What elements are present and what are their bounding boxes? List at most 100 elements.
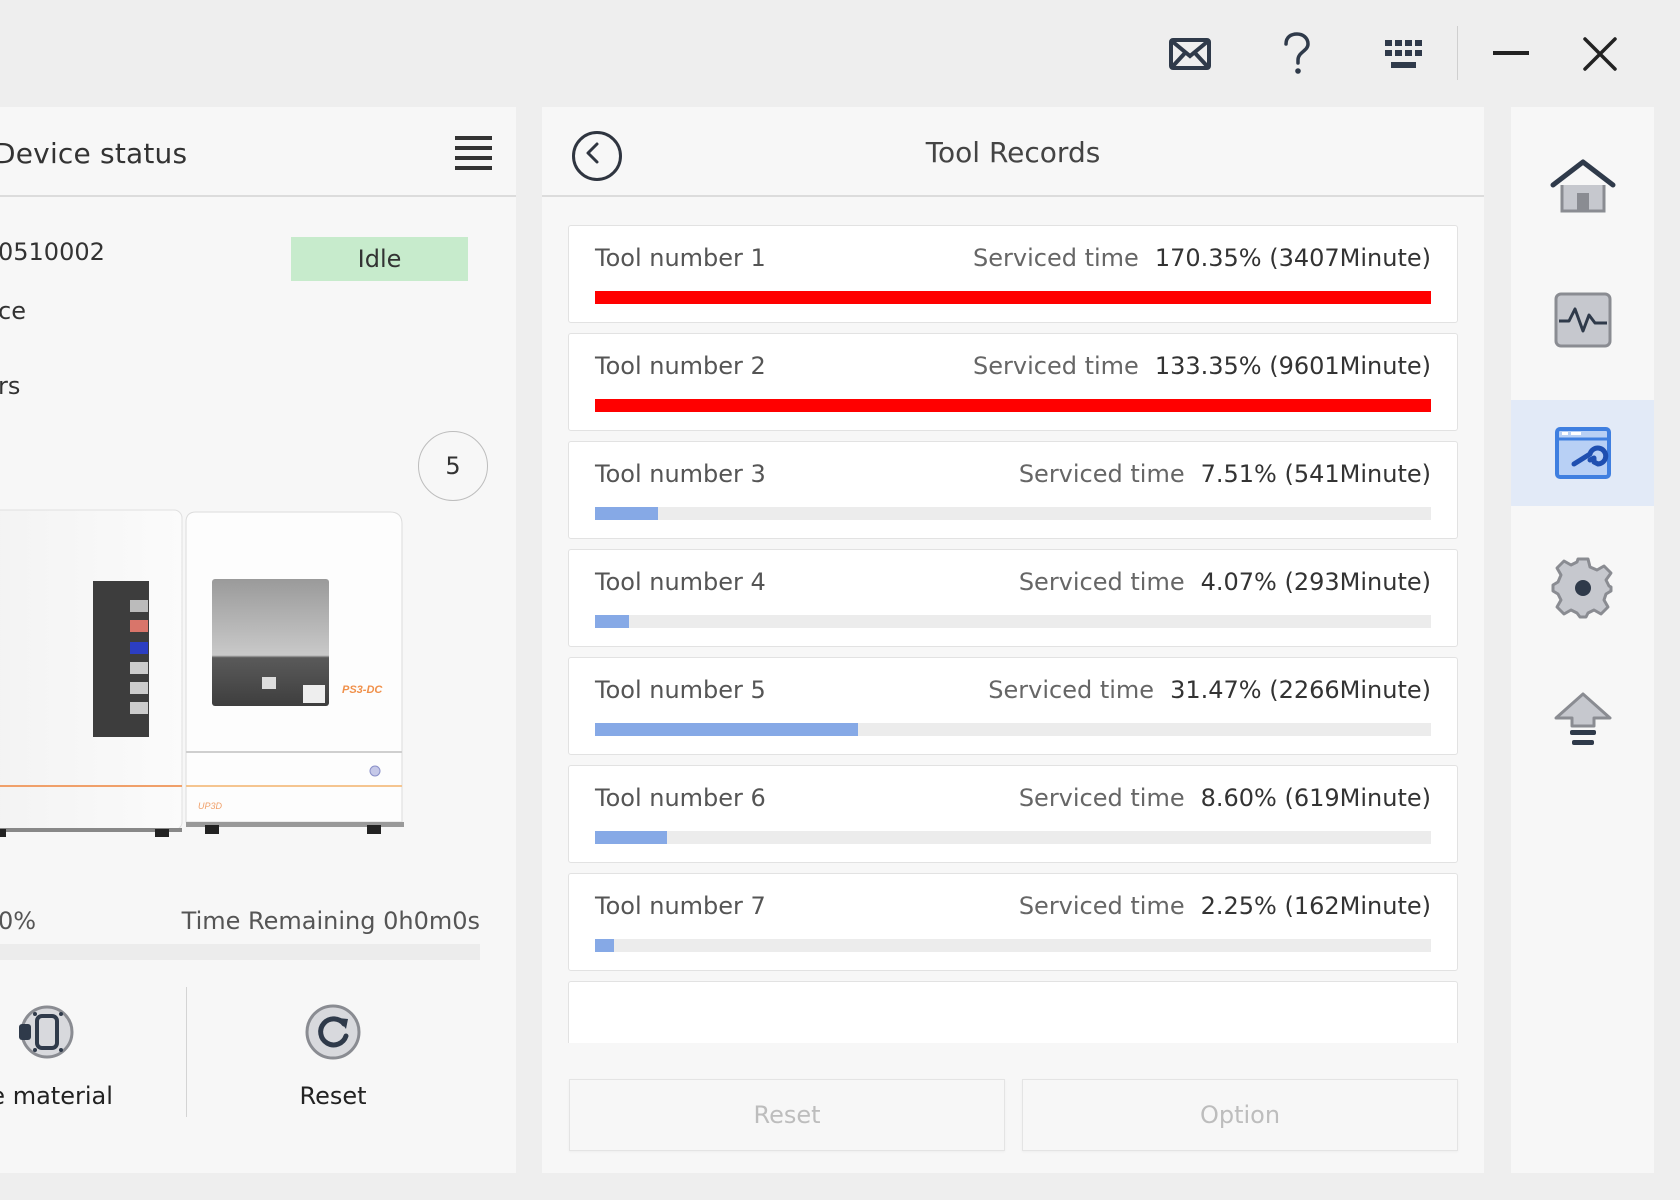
job-progress-bar	[0, 944, 480, 960]
serviced-time-label: Serviced time	[1018, 460, 1185, 488]
tool-usage-fill	[595, 507, 658, 520]
keyboard-button[interactable]	[1378, 28, 1430, 80]
minimize-button[interactable]	[1485, 28, 1537, 80]
tool-name: Tool number 7	[595, 892, 766, 920]
tool-usage-fill	[595, 831, 667, 844]
serviced-time-value: 31.47% (2266Minute)	[1170, 676, 1431, 704]
serviced-time: Serviced time 7.51% (541Minute)	[1019, 460, 1431, 488]
tool-records-title: Tool Records	[925, 136, 1101, 169]
serviced-time-value: 4.07% (293Minute)	[1200, 568, 1431, 596]
serviced-time: Serviced time 133.35% (9601Minute)	[973, 352, 1431, 380]
tool-reset-button[interactable]: Reset	[569, 1079, 1005, 1151]
device-reset-button[interactable]: Reset	[248, 1002, 418, 1152]
tool-usage-fill	[595, 939, 614, 952]
menu-button[interactable]	[455, 134, 495, 172]
device-info-line: ce	[0, 297, 26, 325]
mail-button[interactable]	[1164, 28, 1216, 80]
tool-usage-fill	[595, 615, 630, 628]
tool-record-card[interactable]: Tool number 3 Serviced time 7.51% (541Minu…	[568, 441, 1458, 539]
close-button[interactable]	[1574, 28, 1626, 80]
tool-record-card-partial[interactable]	[568, 981, 1458, 1043]
tool-records-header: Tool Records	[542, 107, 1484, 197]
tool-record-card[interactable]: Tool number 6 Serviced time 8.60% (619Minu…	[568, 765, 1458, 863]
side-navigation	[1511, 107, 1654, 1173]
keyboard-icon	[1385, 40, 1422, 68]
tool-name: Tool number 1	[595, 244, 766, 272]
tool-usage-fill	[595, 291, 1431, 304]
serviced-time-value: 2.25% (162Minute)	[1200, 892, 1431, 920]
tool-usage-bar	[595, 723, 1431, 736]
tool-maintenance-icon	[1554, 427, 1611, 479]
serviced-time-label: Serviced time	[988, 676, 1155, 704]
serviced-time: Serviced time 8.60% (619Minute)	[1019, 784, 1431, 812]
serviced-time: Serviced time 31.47% (2266Minute)	[988, 676, 1431, 704]
device-info-line: rs	[0, 372, 21, 400]
help-icon	[1284, 32, 1310, 74]
tool-usage-fill	[595, 723, 859, 736]
tool-name: Tool number 2	[595, 352, 766, 380]
device-status-title: Device status	[0, 137, 188, 170]
home-icon	[1550, 159, 1615, 213]
tool-usage-bar	[595, 507, 1431, 520]
serviced-time-label: Serviced time	[973, 244, 1139, 272]
nav-settings[interactable]	[1511, 534, 1654, 640]
gear-icon	[1551, 557, 1612, 619]
machine-model-label: PS3-DC	[342, 684, 383, 696]
progress-percent: 0%	[0, 907, 37, 935]
material-icon	[19, 1005, 74, 1059]
serviced-time-value: 133.35% (9601Minute)	[1154, 352, 1431, 380]
tool-usage-bar	[595, 831, 1431, 844]
device-serial: 0510002	[0, 238, 105, 266]
serviced-time-value: 7.51% (541Minute)	[1200, 460, 1431, 488]
tool-usage-bar	[595, 939, 1431, 952]
titlebar-separator	[1457, 26, 1458, 80]
tool-usage-fill	[595, 399, 1431, 412]
tool-records-panel: Tool Records Tool number 1 Serviced time 1…	[542, 107, 1484, 1173]
tool-usage-bar	[595, 615, 1431, 628]
serviced-time-value: 8.60% (619Minute)	[1200, 784, 1431, 812]
tool-usage-bar	[595, 399, 1431, 412]
mail-icon	[1169, 38, 1211, 70]
tool-name: Tool number 3	[595, 460, 766, 488]
tool-option-button[interactable]: Option	[1022, 1079, 1458, 1151]
tool-record-card[interactable]: Tool number 4 Serviced time 4.07% (293Minu…	[568, 549, 1458, 647]
device-status-header: Device status	[0, 107, 516, 197]
help-button[interactable]	[1271, 28, 1323, 80]
serviced-time-label: Serviced time	[1018, 784, 1185, 812]
serviced-time-label: Serviced time	[1018, 892, 1185, 920]
serviced-time-label: Serviced time	[1018, 568, 1185, 596]
serviced-time: Serviced time 4.07% (293Minute)	[1019, 568, 1431, 596]
device-reset-label: Reset	[299, 1082, 367, 1110]
device-status-panel: Device status 0510002 Idle ce rs 5 PS3-D…	[0, 107, 516, 1173]
brand-label: UP3D	[198, 801, 223, 811]
close-icon	[1583, 37, 1617, 71]
tool-record-card[interactable]: Tool number 1 Serviced time 170.35% (3407M…	[568, 225, 1458, 323]
monitor-waveform-icon	[1554, 292, 1611, 348]
nav-home[interactable]	[1511, 133, 1654, 239]
nav-upgrade[interactable]	[1511, 667, 1654, 773]
upgrade-arrow-icon	[1554, 692, 1611, 745]
reset-icon	[305, 1004, 361, 1060]
tool-record-card[interactable]: Tool number 2 Serviced time 133.35% (9601M…	[568, 333, 1458, 431]
tool-list[interactable]: Tool number 1 Serviced time 170.35% (3407M…	[568, 225, 1458, 1043]
nav-monitor[interactable]	[1511, 267, 1654, 373]
tool-name: Tool number 6	[595, 784, 766, 812]
minimize-icon	[1493, 51, 1529, 55]
status-badge: Idle	[291, 237, 468, 281]
tool-record-card[interactable]: Tool number 5 Serviced time 31.47% (2266Mi…	[568, 657, 1458, 755]
serviced-time: Serviced time 170.35% (3407Minute)	[973, 244, 1431, 272]
action-divider	[186, 987, 187, 1117]
serviced-time-value: 170.35% (3407Minute)	[1154, 244, 1431, 272]
serviced-time-label: Serviced time	[973, 352, 1139, 380]
time-remaining: Time Remaining 0h0m0s	[181, 907, 480, 935]
tool-record-card[interactable]: Tool number 7 Serviced time 2.25% (162Minu…	[568, 873, 1458, 971]
nav-tool-maintenance[interactable]	[1511, 400, 1654, 506]
replace-material-button[interactable]: ce material	[0, 1002, 130, 1152]
tool-name: Tool number 5	[595, 676, 766, 704]
tool-usage-bar	[595, 291, 1431, 304]
tool-name: Tool number 4	[595, 568, 766, 596]
replace-material-label: ce material	[0, 1082, 113, 1110]
machine-image: PS3-DC UP3D	[0, 509, 404, 837]
queue-count-button[interactable]: 5	[418, 431, 488, 501]
serviced-time: Serviced time 2.25% (162Minute)	[1019, 892, 1431, 920]
